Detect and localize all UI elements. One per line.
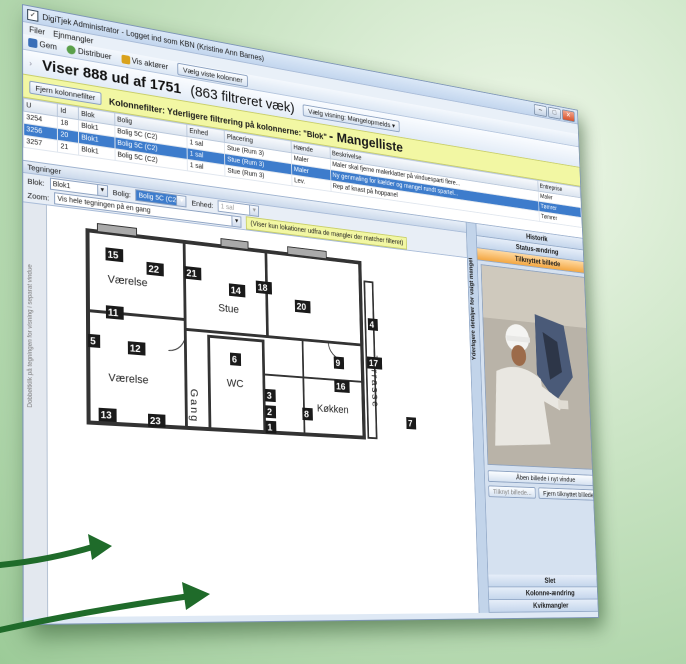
defect-marker[interactable]: 14 <box>228 283 246 298</box>
remove-photo-button[interactable]: Fjern tilknyttet billede... <box>538 487 599 501</box>
distribute-label: Distribuer <box>77 46 112 62</box>
defect-marker[interactable]: 2 <box>265 405 277 419</box>
defect-marker[interactable]: 7 <box>406 417 417 430</box>
blok-label: Blok: <box>27 176 45 188</box>
actors-icon <box>121 54 130 65</box>
tab-kolonne-aendring[interactable]: Kolonne-ændring <box>488 587 599 601</box>
defect-marker-label: 3 <box>267 391 273 402</box>
room-label: Stue <box>218 302 239 316</box>
defect-marker[interactable]: 4 <box>367 318 378 331</box>
zoom-label: Zoom: <box>27 190 50 203</box>
defect-marker[interactable]: 8 <box>302 407 313 421</box>
plan-side-text: Dobbeltklik på tegningen for visning i s… <box>27 263 34 408</box>
sort-value: Mangelopmelds <box>347 113 391 129</box>
drawings-panel: Tegninger Blok: Blok1 ▼ Bolig: Bolig 5C (… <box>23 160 479 618</box>
defect-marker-label: 11 <box>108 307 119 319</box>
defect-marker[interactable]: 17 <box>367 356 383 370</box>
room-label: Værelse <box>108 372 148 387</box>
defect-marker-label: 14 <box>231 285 242 297</box>
plan-side-strip: Dobbeltklik på tegningen for visning i s… <box>23 202 49 618</box>
defect-marker[interactable]: 16 <box>334 379 350 393</box>
chevron-down-icon: ▼ <box>176 195 186 207</box>
defect-marker-label: 22 <box>148 264 159 276</box>
defect-marker-label: 21 <box>186 268 197 280</box>
app-window: ✓ DigiTjek Administrator - Logget ind so… <box>22 4 599 626</box>
floor-plan-drawing[interactable]: VærelseStueVærelseGangWCKøkkenTerrasse 1… <box>47 205 478 588</box>
defect-marker-label: 18 <box>258 283 268 295</box>
attached-photo <box>480 264 599 471</box>
worker-photo <box>481 265 598 470</box>
chevron-right-icon: › <box>29 58 32 68</box>
defect-marker[interactable]: 13 <box>98 407 117 422</box>
blok-value: Blok1 <box>52 180 71 190</box>
defect-marker[interactable]: 6 <box>229 352 242 366</box>
defect-marker[interactable]: 12 <box>127 341 146 356</box>
defect-marker-label: 5 <box>90 336 96 348</box>
defect-marker[interactable]: 20 <box>294 299 311 314</box>
room-label: WC <box>227 377 244 390</box>
defect-marker-label: 16 <box>336 382 346 393</box>
defect-marker-label: 8 <box>304 410 309 421</box>
app-icon: ✓ <box>27 8 39 22</box>
defect-marker-label: 1 <box>267 423 273 434</box>
plan-area: Dobbeltklik på tegningen for visning i s… <box>23 201 479 618</box>
save-button[interactable]: Gem <box>28 37 57 52</box>
defect-marker[interactable]: 1 <box>265 420 277 434</box>
defect-marker-label: 17 <box>369 358 379 369</box>
enhed-value: 1 sal <box>220 202 235 212</box>
chevron-down-icon: ▼ <box>249 205 259 216</box>
defect-marker[interactable]: 18 <box>255 280 272 295</box>
sort-label: Vælg visning: <box>308 106 346 122</box>
room-label: Køkken <box>317 403 349 416</box>
defect-marker-label: 7 <box>408 419 413 429</box>
save-icon <box>28 37 38 49</box>
screenshot-stage: ✓ DigiTjek Administrator - Logget ind so… <box>0 0 686 664</box>
defect-marker-label: 9 <box>335 358 340 369</box>
defect-marker-label: 12 <box>130 343 141 355</box>
chevron-down-icon: ▼ <box>96 184 107 197</box>
detail-column: Historik Status-ændring Tilknyttet bille… <box>476 223 599 613</box>
enhed-label: Enhed: <box>191 198 214 210</box>
defect-marker-label: 13 <box>101 410 113 422</box>
defect-marker-label: 20 <box>297 302 307 313</box>
room-label: Gang <box>188 388 200 423</box>
distribute-icon <box>66 44 76 56</box>
defect-marker[interactable]: 21 <box>184 266 202 281</box>
attach-photo-button[interactable]: Tilknyt billede... <box>488 485 537 499</box>
tab-kvikmangler[interactable]: Kvikmangler <box>489 599 599 613</box>
detail-strip-label: Yderligere detaljer for valgt mangel <box>468 257 478 361</box>
chevron-down-icon: ▼ <box>231 216 241 227</box>
save-label: Gem <box>39 39 57 52</box>
close-button[interactable]: ✕ <box>561 108 575 122</box>
defect-marker-label: 15 <box>107 249 118 261</box>
defect-marker-label: 4 <box>369 320 374 331</box>
detail-panel: Yderligere detaljer for valgt mangel His… <box>465 222 599 613</box>
defect-marker-label: 6 <box>232 355 238 366</box>
table-cell: 21 <box>57 140 79 156</box>
defect-marker[interactable]: 9 <box>333 356 345 370</box>
defect-marker[interactable]: 5 <box>87 333 101 349</box>
maximize-button[interactable]: □ <box>547 106 561 120</box>
bolig-label: Bolig: <box>112 187 131 199</box>
defect-marker-label: 2 <box>267 407 273 418</box>
defect-marker[interactable]: 3 <box>264 388 276 403</box>
defect-marker-label: 23 <box>150 416 161 428</box>
tab-slet[interactable]: Slet <box>488 574 599 588</box>
floor-plan[interactable]: Værelse Stue Værelse Gang WC Køkken Terrasse 1… <box>46 205 479 618</box>
defect-marker[interactable]: 22 <box>146 261 164 277</box>
minimize-button[interactable]: – <box>533 103 547 117</box>
main-area: Tegninger Blok: Blok1 ▼ Bolig: Bolig 5C (… <box>23 160 599 618</box>
defect-marker[interactable]: 11 <box>105 305 124 320</box>
defect-marker[interactable]: 15 <box>105 247 124 263</box>
defect-marker[interactable]: 23 <box>147 413 166 428</box>
